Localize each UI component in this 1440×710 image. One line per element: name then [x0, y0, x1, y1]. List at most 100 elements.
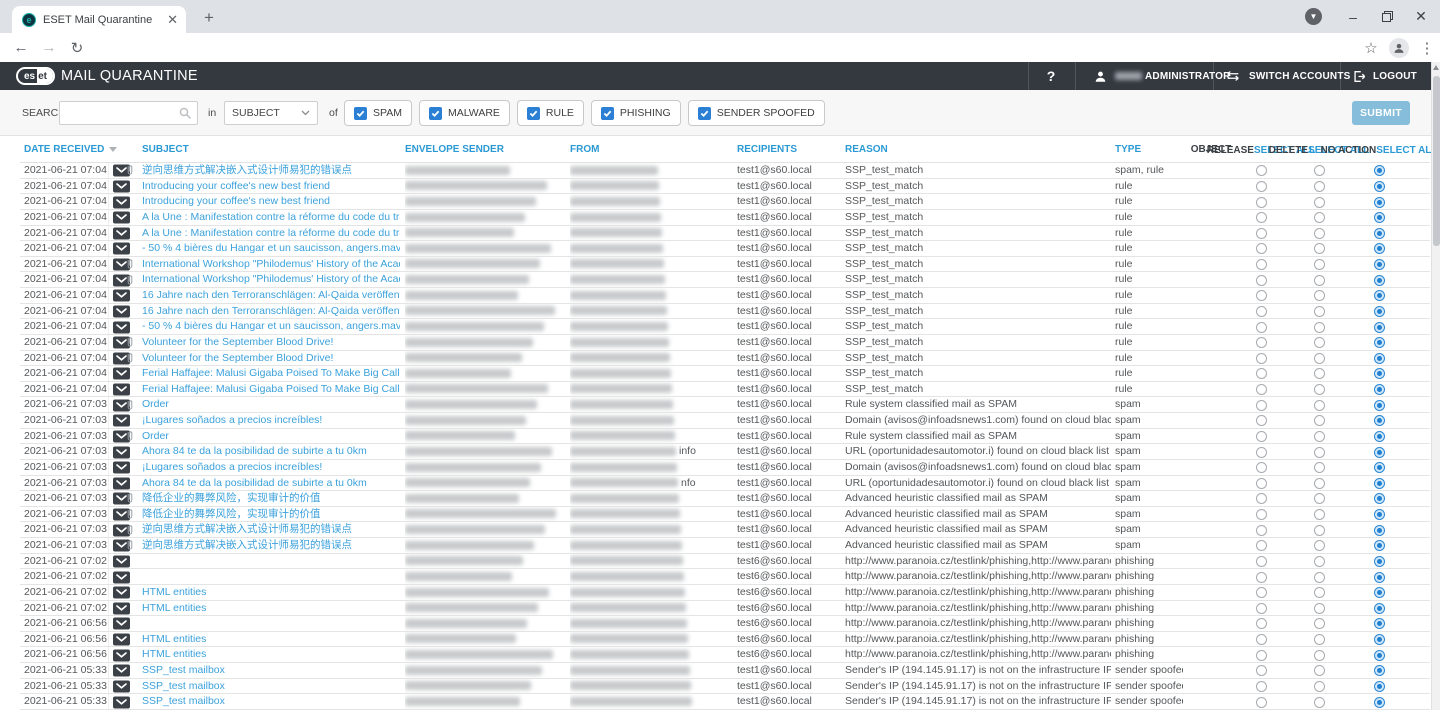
- subject-link[interactable]: HTML entities: [142, 586, 206, 598]
- subject-link[interactable]: Ferial Haffajee: Malusi Gigaba Poised To…: [142, 367, 400, 379]
- column-header-subject[interactable]: SUBJECT: [142, 136, 400, 163]
- forward-icon[interactable]: →: [36, 33, 62, 62]
- delete-radio[interactable]: [1314, 415, 1325, 426]
- delete-radio[interactable]: [1314, 368, 1325, 379]
- subject-link[interactable]: Volunteer for the September Blood Drive!: [142, 336, 333, 348]
- delete-radio[interactable]: [1314, 634, 1325, 645]
- delete-radio[interactable]: [1314, 259, 1325, 270]
- delete-radio[interactable]: [1314, 353, 1325, 364]
- subject-link[interactable]: Ahora 84 te da la posibilidad de subirte…: [142, 445, 367, 457]
- release-radio[interactable]: [1256, 290, 1267, 301]
- delete-radio[interactable]: [1314, 665, 1325, 676]
- subject-link[interactable]: HTML entities: [142, 648, 206, 660]
- delete-radio[interactable]: [1314, 603, 1325, 614]
- delete-radio[interactable]: [1314, 556, 1325, 567]
- filter-sender-spoofed[interactable]: SENDER SPOOFED: [688, 100, 825, 126]
- delete-radio[interactable]: [1314, 681, 1325, 692]
- subject-link[interactable]: SSP_test mailbox: [142, 664, 225, 676]
- delete-radio[interactable]: [1314, 697, 1325, 708]
- release-radio[interactable]: [1256, 384, 1267, 395]
- no-action-radio[interactable]: [1374, 650, 1385, 661]
- release-radio[interactable]: [1256, 634, 1267, 645]
- release-radio[interactable]: [1256, 212, 1267, 223]
- delete-radio[interactable]: [1314, 322, 1325, 333]
- delete-radio[interactable]: [1314, 243, 1325, 254]
- subject-link[interactable]: SSP_test mailbox: [142, 695, 225, 707]
- no-action-radio[interactable]: [1374, 181, 1385, 192]
- no-action-radio[interactable]: [1374, 353, 1385, 364]
- release-radio[interactable]: [1256, 337, 1267, 348]
- delete-radio[interactable]: [1314, 650, 1325, 661]
- column-header-envsender[interactable]: ENVELOPE SENDER: [405, 136, 563, 163]
- delete-radio[interactable]: [1314, 478, 1325, 489]
- delete-radio[interactable]: [1314, 165, 1325, 176]
- delete-radio[interactable]: [1314, 212, 1325, 223]
- subject-link[interactable]: Introducing your coffee's new best frien…: [142, 180, 330, 192]
- no-action-radio[interactable]: [1374, 322, 1385, 333]
- delete-radio[interactable]: [1314, 525, 1325, 536]
- release-radio[interactable]: [1256, 462, 1267, 473]
- no-action-radio[interactable]: [1374, 243, 1385, 254]
- delete-radio[interactable]: [1314, 509, 1325, 520]
- release-radio[interactable]: [1256, 650, 1267, 661]
- release-radio[interactable]: [1256, 322, 1267, 333]
- subject-link[interactable]: International Workshop "Philodemus' Hist…: [142, 258, 400, 270]
- filter-rule[interactable]: RULE: [517, 100, 584, 126]
- subject-link[interactable]: 逆向思维方式解决嵌入式设计师易犯的错误点: [142, 164, 352, 176]
- submit-button[interactable]: SUBMIT: [1352, 101, 1410, 125]
- filter-phishing[interactable]: PHISHING: [591, 100, 681, 126]
- filter-spam[interactable]: SPAM: [344, 100, 412, 126]
- release-radio[interactable]: [1256, 587, 1267, 598]
- release-radio[interactable]: [1256, 165, 1267, 176]
- release-radio[interactable]: [1256, 618, 1267, 629]
- release-radio[interactable]: [1256, 697, 1267, 708]
- subject-link[interactable]: Introducing your coffee's new best frien…: [142, 195, 330, 207]
- release-radio[interactable]: [1256, 353, 1267, 364]
- column-header-reason[interactable]: REASON: [845, 136, 1111, 163]
- browser-tab[interactable]: e ESET Mail Quarantine ✕: [12, 6, 186, 33]
- subject-link[interactable]: SSP_test mailbox: [142, 680, 225, 692]
- delete-radio[interactable]: [1314, 572, 1325, 583]
- release-radio[interactable]: [1256, 556, 1267, 567]
- release-radio[interactable]: [1256, 478, 1267, 489]
- release-radio[interactable]: [1256, 525, 1267, 536]
- subject-link[interactable]: 16 Jahre nach den Terroranschlägen: Al-Q…: [142, 289, 400, 301]
- no-action-radio[interactable]: [1374, 681, 1385, 692]
- new-tab-button[interactable]: +: [196, 5, 222, 31]
- release-radio[interactable]: [1256, 665, 1267, 676]
- reload-icon[interactable]: ↻: [64, 33, 90, 62]
- no-action-radio[interactable]: [1374, 618, 1385, 629]
- browser-update-icon[interactable]: ▼: [1305, 8, 1322, 25]
- release-radio[interactable]: [1256, 493, 1267, 504]
- help-button[interactable]: ?: [1040, 62, 1062, 90]
- subject-link[interactable]: - 50 % 4 bières du Hangar et un saucisso…: [142, 320, 400, 332]
- delete-radio[interactable]: [1314, 540, 1325, 551]
- no-action-radio[interactable]: [1374, 290, 1385, 301]
- delete-radio[interactable]: [1314, 400, 1325, 411]
- subject-link[interactable]: - 50 % 4 bières du Hangar et un saucisso…: [142, 242, 400, 254]
- subject-link[interactable]: ¡Lugares soñados a precios increíbles!: [142, 461, 322, 473]
- subject-link[interactable]: ¡Lugares soñados a precios increíbles!: [142, 414, 322, 426]
- select-all-noaction[interactable]: SELECT ALL: [1376, 145, 1437, 156]
- subject-link[interactable]: 16 Jahre nach den Terroranschlägen: Al-Q…: [142, 305, 400, 317]
- column-header-date[interactable]: DATE RECEIVED: [24, 136, 116, 163]
- no-action-radio[interactable]: [1374, 603, 1385, 614]
- back-icon[interactable]: ←: [8, 33, 34, 62]
- search-input[interactable]: [64, 104, 174, 122]
- bookmark-star-icon[interactable]: ☆: [1358, 33, 1384, 62]
- close-button[interactable]: ✕: [1406, 4, 1436, 30]
- release-radio[interactable]: [1256, 306, 1267, 317]
- subject-link[interactable]: Volunteer for the September Blood Drive!: [142, 352, 333, 364]
- subject-link[interactable]: 降低企业的舞弊风险，实现审计的价值: [142, 508, 321, 520]
- vertical-scrollbar[interactable]: [1431, 62, 1440, 710]
- release-radio[interactable]: [1256, 540, 1267, 551]
- release-radio[interactable]: [1256, 197, 1267, 208]
- browser-menu-icon[interactable]: ⋮: [1414, 33, 1440, 62]
- column-header-from[interactable]: FROM: [570, 136, 732, 163]
- no-action-radio[interactable]: [1374, 462, 1385, 473]
- delete-radio[interactable]: [1314, 447, 1325, 458]
- logout-button[interactable]: LOGOUT: [1352, 62, 1417, 90]
- delete-radio[interactable]: [1314, 384, 1325, 395]
- delete-radio[interactable]: [1314, 337, 1325, 348]
- subject-link[interactable]: Order: [142, 398, 169, 410]
